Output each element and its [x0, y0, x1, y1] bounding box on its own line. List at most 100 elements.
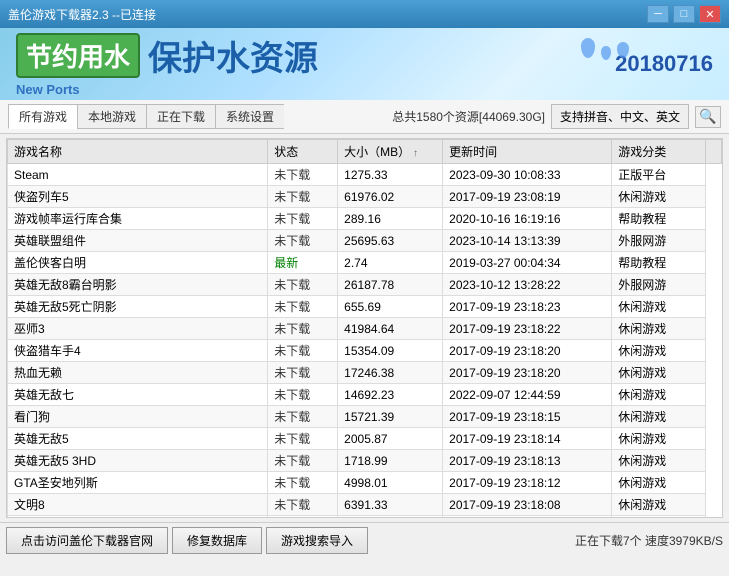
cell-time: 2022-09-07 12:44:59 — [443, 384, 612, 406]
table-row[interactable]: 文明8 未下载 6391.33 2017-09-19 23:18:08 休闲游戏 — [8, 494, 722, 516]
visit-website-button[interactable]: 点击访问盖伦下载器官网 — [6, 527, 168, 554]
cell-time: 2019-03-27 00:04:34 — [443, 252, 612, 274]
cell-category: 休闲游戏 — [612, 450, 705, 472]
repair-db-button[interactable]: 修复数据库 — [172, 527, 262, 554]
cell-time: 2017-09-19 23:18:08 — [443, 494, 612, 516]
cell-time: 2017-09-19 23:18:20 — [443, 362, 612, 384]
cell-category: 帮助教程 — [612, 208, 705, 230]
cell-time: 2020-10-16 16:19:16 — [443, 208, 612, 230]
table-row[interactable]: 巫师3 未下载 41984.64 2017-09-19 23:18:22 休闲游… — [8, 318, 722, 340]
table-row[interactable]: 侠盗猎车手4 未下载 15354.09 2017-09-19 23:18:20 … — [8, 340, 722, 362]
cell-time: 2017-09-19 23:18:14 — [443, 428, 612, 450]
titlebar: 盖伦游戏下载器2.3 --已连接 ─ □ ✕ — [0, 0, 729, 28]
search-button[interactable]: 🔍 — [695, 106, 721, 128]
cell-name: 文明8 — [8, 494, 268, 516]
cell-status: 未下载 — [268, 384, 338, 406]
col-header-time: 更新时间 — [443, 140, 612, 164]
tab-local-games[interactable]: 本地游戏 — [77, 104, 146, 129]
minimize-button[interactable]: ─ — [647, 5, 669, 23]
cell-time: 2017-09-19 23:18:20 — [443, 340, 612, 362]
drop1 — [581, 38, 595, 58]
cell-size: 26187.78 — [338, 274, 443, 296]
cell-category: 休闲游戏 — [612, 318, 705, 340]
cell-size: 655.69 — [338, 296, 443, 318]
cell-size: 15721.39 — [338, 406, 443, 428]
cell-category: 休闲游戏 — [612, 472, 705, 494]
table-wrapper[interactable]: 游戏名称 状态 大小（MB） 更新时间 游戏分类 Steam 未下载 1275.… — [7, 139, 722, 518]
drop3 — [617, 42, 629, 58]
cell-size: 6391.33 — [338, 494, 443, 516]
cell-category: 正版平台 — [612, 164, 705, 186]
table-row[interactable]: 英雄联盟组件 未下载 25695.63 2023-10-14 13:13:39 … — [8, 230, 722, 252]
cell-time: 2017-09-19 23:18:23 — [443, 296, 612, 318]
cell-size: 17246.38 — [338, 362, 443, 384]
search-lang-button[interactable]: 支持拼音、中文、英文 — [551, 104, 689, 129]
tab-settings[interactable]: 系统设置 — [215, 104, 284, 129]
drop2 — [601, 46, 611, 60]
cell-category: 外服网游 — [612, 274, 705, 296]
cell-size: 41984.64 — [338, 318, 443, 340]
download-status: 正在下载7个 速度3979KB/S — [575, 532, 723, 549]
cell-name: 英雄联盟组件 — [8, 230, 268, 252]
window-controls: ─ □ ✕ — [647, 5, 721, 23]
table-row[interactable]: 英雄无敌七 未下载 14692.23 2022-09-07 12:44:59 休… — [8, 384, 722, 406]
cell-name: 看门狗 — [8, 406, 268, 428]
cell-size: 289.16 — [338, 208, 443, 230]
cell-status: 未下载 — [268, 164, 338, 186]
cell-status: 未下载 — [268, 450, 338, 472]
table-row[interactable]: Steam 未下载 1275.33 2023-09-30 10:08:33 正版… — [8, 164, 722, 186]
table-row[interactable]: 英雄无敌8霸台明影 未下载 26187.78 2023-10-12 13:28:… — [8, 274, 722, 296]
cell-name: 英雄无敌5 3HD — [8, 450, 268, 472]
cell-time: 2017-09-19 23:08:19 — [443, 186, 612, 208]
table-row[interactable]: 侠盗列车5 未下载 61976.02 2017-09-19 23:08:19 休… — [8, 186, 722, 208]
col-header-status: 状态 — [268, 140, 338, 164]
table-row[interactable]: 英雄无敌5 3HD 未下载 1718.99 2017-09-19 23:18:1… — [8, 450, 722, 472]
main-content: 游戏名称 状态 大小（MB） 更新时间 游戏分类 Steam 未下载 1275.… — [6, 138, 723, 518]
col-header-name: 游戏名称 — [8, 140, 268, 164]
cell-status: 未下载 — [268, 296, 338, 318]
window-title: 盖伦游戏下载器2.3 --已连接 — [8, 6, 156, 23]
cell-category: 休闲游戏 — [612, 362, 705, 384]
cell-status: 未下载 — [268, 340, 338, 362]
tab-downloading[interactable]: 正在下载 — [146, 104, 215, 129]
table-row[interactable]: 游戏帧率运行库合集 未下载 289.16 2020-10-16 16:19:16… — [8, 208, 722, 230]
cell-time: 2017-09-19 23:18:15 — [443, 406, 612, 428]
table-row[interactable]: 热血无赖 未下载 17246.38 2017-09-19 23:18:20 休闲… — [8, 362, 722, 384]
table-row[interactable]: 看门狗 未下载 15721.39 2017-09-19 23:18:15 休闲游… — [8, 406, 722, 428]
cell-size: 2.74 — [338, 252, 443, 274]
table-row[interactable]: 盖伦侠客白明 最新 2.74 2019-03-27 00:04:34 帮助教程 — [8, 252, 722, 274]
resource-info: 总共1580个资源[44069.30G] — [392, 108, 545, 125]
cell-size: 15354.09 — [338, 340, 443, 362]
cell-size: 6978.32 — [338, 516, 443, 519]
cell-name: 巫师3 — [8, 318, 268, 340]
cell-name: 游戏帧率运行库合集 — [8, 208, 268, 230]
maximize-button[interactable]: □ — [673, 5, 695, 23]
import-games-button[interactable]: 游戏搜索导入 — [266, 527, 368, 554]
cell-category: 外服网游 — [612, 230, 705, 252]
cell-status: 未下载 — [268, 274, 338, 296]
cell-name: Steam — [8, 164, 268, 186]
close-button[interactable]: ✕ — [699, 5, 721, 23]
cell-status: 未下载 — [268, 208, 338, 230]
toolbar-right: 总共1580个资源[44069.30G] 支持拼音、中文、英文 🔍 — [392, 104, 721, 129]
cell-name: 死或生5 — [8, 516, 268, 519]
cell-size: 2005.87 — [338, 428, 443, 450]
cell-category: 休闲游戏 — [612, 428, 705, 450]
cell-size: 25695.63 — [338, 230, 443, 252]
cell-time: 2023-10-12 13:28:22 — [443, 274, 612, 296]
tab-all-games[interactable]: 所有游戏 — [8, 104, 77, 129]
col-header-size[interactable]: 大小（MB） — [338, 140, 443, 164]
table-row[interactable]: 死或生5 未下载 6978.32 2017-09-19 23:18:05 休闲游… — [8, 516, 722, 519]
cell-status: 未下载 — [268, 230, 338, 252]
table-row[interactable]: 英雄无敌5 未下载 2005.87 2017-09-19 23:18:14 休闲… — [8, 428, 722, 450]
game-table: 游戏名称 状态 大小（MB） 更新时间 游戏分类 Steam 未下载 1275.… — [7, 139, 722, 518]
cell-name: 侠盗猎车手4 — [8, 340, 268, 362]
table-row[interactable]: GTA圣安地列斯 未下载 4998.01 2017-09-19 23:18:12… — [8, 472, 722, 494]
cell-status: 未下载 — [268, 186, 338, 208]
cell-time: 2023-10-14 13:13:39 — [443, 230, 612, 252]
table-row[interactable]: 英雄无敌5死亡阴影 未下载 655.69 2017-09-19 23:18:23… — [8, 296, 722, 318]
main-toolbar: 所有游戏 本地游戏 正在下载 系统设置 总共1580个资源[44069.30G]… — [0, 100, 729, 134]
banner-sub: New Ports — [16, 82, 318, 97]
cell-category: 休闲游戏 — [612, 406, 705, 428]
cell-size: 1718.99 — [338, 450, 443, 472]
